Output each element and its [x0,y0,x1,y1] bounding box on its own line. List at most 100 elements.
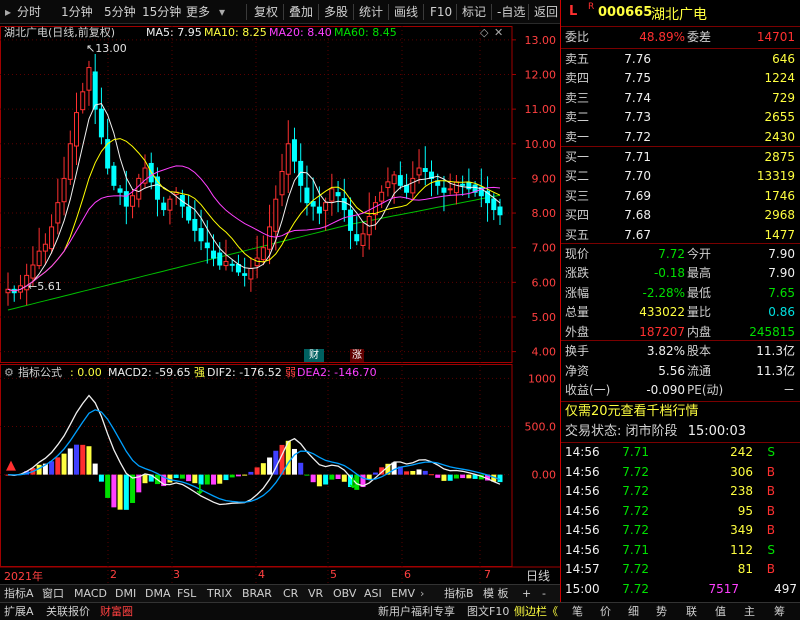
panel-icon-zhi[interactable]: 值 [715,604,726,620]
macd-bar [323,474,329,485]
close-icon[interactable]: ✕ [494,26,503,40]
ask-row: 卖三 7.74 729 [565,88,797,108]
indicator-tab-bar: 指标A 窗口 MACD DMI DMA FSL TRIX BRAR CR VR … [0,584,560,602]
settings-icon[interactable]: ⚙ [4,366,14,380]
weak-label: 弱 [285,366,296,379]
tab-f10[interactable]: 图文F10 [467,604,509,620]
diamond-icon[interactable]: ◇ [480,26,488,40]
x-axis-label-mar: 3 [173,568,180,581]
panel-icon-shi[interactable]: 势 [656,604,667,620]
tab-extend-a[interactable]: 扩展A [4,604,34,620]
trade-volume: 81 [737,562,753,576]
macd-bar [92,463,98,475]
buy-arrow-icon: ▲ [6,458,16,473]
ask-row: 卖四 7.75 1224 [565,68,797,88]
stat-value: -2.28% [642,285,685,300]
trade-price: 7.72 [622,503,649,518]
stat-value: 7.90 [768,266,795,281]
tab-trix[interactable]: TRIX [205,586,234,602]
trade-price: 7.72 [622,523,649,537]
weicha-label: 委差 [687,30,712,44]
bid-price: 7.71 [624,150,651,164]
bid-label: 买四 [565,208,590,223]
ma5-line [7,103,501,292]
trade-volume: 238 [730,484,753,498]
candle-body [49,226,55,250]
candle-body [391,174,397,185]
trade-row: 15:00 7.72 7517 497 [565,580,797,598]
panel-icon-bi[interactable]: 笔 [572,604,583,620]
trade-time: 14:57 [565,562,600,576]
ask-label: 卖四 [565,71,590,86]
tab-dma[interactable]: DMA [143,586,173,602]
chart-axes: 13.00 12.00 11.00 10.00 9.00 8.00 7.00 6.00 5.00… [512,34,556,482]
dif-legend: DIF2: -176.52 [207,366,282,379]
tab-obv[interactable]: OBV [331,586,358,602]
macd-bar [217,474,223,484]
tab-wealth-circle[interactable]: 财富圈 [100,604,133,620]
stat-value: 245815 [749,324,795,339]
candle-body [385,181,391,189]
panel-icon-lian[interactable]: 联 [686,604,697,620]
fundamental-row: 换手 3.82% 股本 11.3亿 [565,341,797,361]
macd-bar [173,474,179,479]
tab-macd[interactable]: MACD [72,586,109,602]
panel-icon-jia[interactable]: 价 [600,604,611,620]
weibi-label: 委比 [565,30,590,44]
stat-value: 0.86 [768,305,795,320]
tab-vr[interactable]: VR [306,586,325,602]
panel-icon-zhu[interactable]: 主 [744,604,755,620]
bid-label: 买二 [565,169,590,184]
y-tick-label: 5.00 [532,311,557,324]
candle-body [285,143,291,175]
panel-icon-xi[interactable]: 细 [628,604,639,620]
tab-emv[interactable]: EMV [389,586,417,602]
sidebar-toggle[interactable]: 侧边栏《 [514,604,558,620]
ask-price: 7.74 [624,90,651,105]
limit-up-badge[interactable]: 涨 [350,349,364,362]
candle-body [130,195,136,207]
high-value: 13.00 [95,42,127,55]
macd-bar [422,470,428,475]
tab-related-quotes[interactable]: 关联报价 [46,604,90,620]
down-arrow-icon: ↓ [194,482,206,498]
indicator-zero: : 0.00 [70,366,102,379]
stat-row: 现价 7.72 今开 7.90 [565,244,797,264]
tab-dmi[interactable]: DMI [113,586,138,602]
zoom-in-button[interactable]: + [520,586,533,602]
tab-brar[interactable]: BRAR [240,586,274,602]
candle-body [80,91,86,111]
tab-asi[interactable]: ASI [362,586,384,602]
tab-window[interactable]: 窗口 [40,586,66,602]
kline-chart[interactable]: 13.00 12.00 11.00 10.00 9.00 8.00 7.00 6.00 5.00… [0,0,560,584]
zoom-out-button[interactable]: - [540,586,548,602]
y-tick-label: 4.00 [532,346,557,359]
y-tick-label: 12.00 [525,68,557,81]
chevron-right-icon[interactable]: › [418,586,426,602]
finance-badge[interactable]: 财 [304,349,324,362]
candle-body [42,243,48,252]
bid-label: 买三 [565,188,590,203]
period-label[interactable]: 日线 [526,567,550,584]
panel-icon-chou[interactable]: 筹 [774,604,785,620]
candle-body [460,183,466,186]
promo-new-user[interactable]: 新用户福利专享 [378,604,455,620]
tab-fsl[interactable]: FSL [175,586,198,602]
flag-l: L [569,4,578,19]
y-tick-label: 8.00 [532,207,557,220]
bid-row: 买三 7.69 1746 [565,186,797,206]
ma60-line [7,194,501,311]
candle-body [329,188,335,202]
candle-body [316,206,322,214]
tab-indicator-b[interactable]: 指标B [442,586,476,602]
ma60-line [7,194,501,311]
stock-name: 湖北广电 [651,7,707,23]
tab-template[interactable]: 模 板 [481,586,511,602]
promo-level2[interactable]: 仅需20元查看千档行情 [565,402,699,422]
indicator-title: 指标公式 [18,366,62,379]
macd-bar [123,474,129,510]
ask-price: 7.76 [624,52,651,66]
ma10-legend: MA10: 8.25 [204,26,267,39]
tab-cr[interactable]: CR [281,586,300,602]
tab-indicator-a[interactable]: 指标A [2,586,36,602]
